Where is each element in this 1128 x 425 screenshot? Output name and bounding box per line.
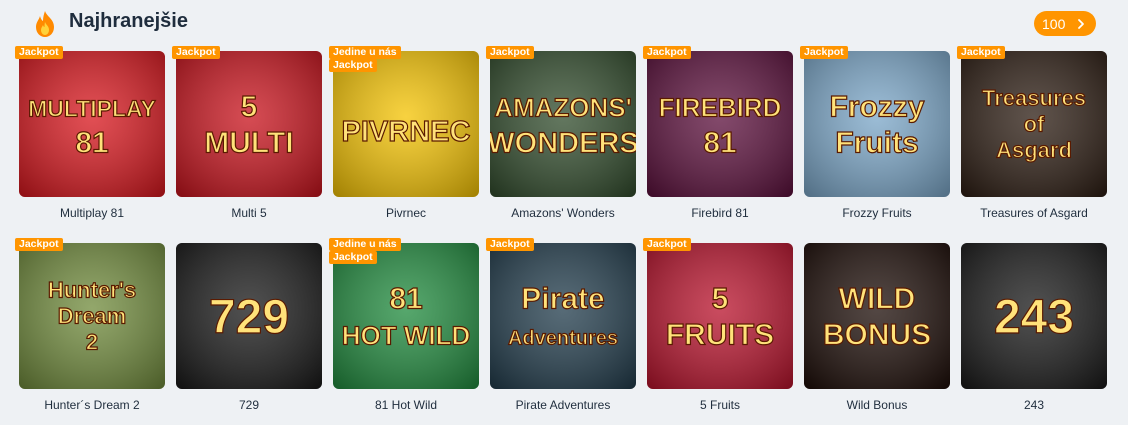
game-artwork-text: Asgard [996,138,1072,163]
game-artwork: 729 [176,243,322,389]
game-name[interactable]: 81 Hot Wild [333,398,479,412]
game-artwork-text: HOT WILD [342,321,471,351]
game-artwork-text: 729 [209,291,289,344]
jackpot-badge: Jackpot [486,238,534,251]
jackpot-badge: Jackpot [486,46,534,59]
jackpot-badge: Jackpot [643,46,691,59]
game-artwork: FIREBIRD 81 [647,51,793,197]
game-artwork-text: FIREBIRD [659,93,782,123]
badge-group: Jackpot [643,238,691,251]
game-artwork-text: of [1024,112,1045,137]
badge-group: Jackpot [957,46,1005,59]
section-header: Najhranejšie 100 [0,0,1128,46]
badge-group: Jackpot [643,46,691,59]
badge-group: Jedine u nás Jackpot [329,46,401,72]
game-thumbnail[interactable]: 5 MULTI [176,51,322,197]
game-name[interactable]: Amazons' Wonders [490,206,636,220]
game-name[interactable]: Multiplay 81 [19,206,165,220]
game-artwork-text: MULTIPLAY [28,96,156,122]
game-name[interactable]: Pirate Adventures [490,398,636,412]
game-thumbnail[interactable]: 81 HOT WILD [333,243,479,389]
game-artwork-text: 243 [994,291,1074,344]
game-artwork-text: WONDERS [490,128,636,160]
show-all-button[interactable]: 100 [1034,11,1096,36]
game-artwork-text: Dream [58,304,126,329]
game-name[interactable]: 729 [176,398,322,412]
badge-group: Jackpot [15,46,63,59]
game-count: 100 [1042,15,1066,32]
exclusive-badge: Jedine u nás [329,46,401,59]
game-thumbnail[interactable]: 243 [961,243,1107,389]
game-artwork-text: MULTI [204,127,293,160]
game-artwork: PIVRNEC [333,51,479,197]
game-thumbnail[interactable]: FIREBIRD 81 [647,51,793,197]
game-artwork-text: 5 [241,91,258,124]
jackpot-badge: Jackpot [800,46,848,59]
game-artwork-text: FRUITS [666,319,774,352]
game-thumbnail[interactable]: 729 [176,243,322,389]
chevron-right-icon [1075,17,1087,33]
game-name[interactable]: 243 [961,398,1107,412]
game-thumbnail[interactable]: Frozzy Fruits [804,51,950,197]
game-artwork-text: AMAZONS' [494,93,632,123]
game-thumbnail[interactable]: 5 FRUITS [647,243,793,389]
jackpot-badge: Jackpot [329,59,377,72]
fire-icon [30,9,60,39]
game-artwork: TreasuresofAsgard [961,51,1107,197]
jackpot-badge: Jackpot [172,46,220,59]
game-thumbnail[interactable]: Treasures of Asgard [961,51,1107,197]
game-artwork-text: PIVRNEC [342,116,471,148]
game-artwork: 5MULTI [176,51,322,197]
game-thumbnail[interactable]: Hunter's Dream 2 [19,243,165,389]
game-artwork: Hunter'sDream2 [19,243,165,389]
game-name[interactable]: Hunter´s Dream 2 [19,398,165,412]
badge-group: Jackpot [486,238,534,251]
badge-group: Jackpot [486,46,534,59]
jackpot-badge: Jackpot [329,251,377,264]
jackpot-badge: Jackpot [15,46,63,59]
game-name[interactable]: Treasures of Asgard [961,206,1107,220]
badge-group: Jackpot [15,238,63,251]
game-artwork: MULTIPLAY 81 [19,51,165,197]
game-artwork-text: WILD [839,283,916,316]
game-artwork-text: 81 [389,283,422,316]
game-artwork-text: Hunter's [48,278,136,303]
game-artwork: 243 [961,243,1107,389]
game-artwork-text: 81 [75,127,108,160]
game-name[interactable]: Firebird 81 [647,206,793,220]
badge-group: Jackpot [172,46,220,59]
exclusive-badge: Jedine u nás [329,238,401,251]
game-artwork: 81 HOT WILD [333,243,479,389]
jackpot-badge: Jackpot [957,46,1005,59]
game-artwork-text: Frozzy [829,91,924,124]
badge-group: Jackpot [800,46,848,59]
game-artwork: AMAZONS' WONDERS [490,51,636,197]
game-artwork-text: Adventures [508,328,618,350]
game-artwork-text: 5 [712,283,729,316]
game-artwork: 5FRUITS [647,243,793,389]
game-artwork-text: Fruits [835,127,918,160]
game-artwork-text: Treasures [982,86,1086,111]
badge-group: Jedine u nás Jackpot [329,238,401,264]
game-artwork: FrozzyFruits [804,51,950,197]
game-thumbnail[interactable]: PIVRNEC [333,51,479,197]
game-thumbnail[interactable]: AMAZONS' WONDERS [490,51,636,197]
game-artwork-text: 2 [86,330,98,355]
game-thumbnail[interactable]: MULTIPLAY 81 [19,51,165,197]
game-name[interactable]: 5 Fruits [647,398,793,412]
game-name[interactable]: Wild Bonus [804,398,950,412]
game-artwork: WILDBONUS [804,243,950,389]
game-thumbnail[interactable]: WILD BONUS [804,243,950,389]
jackpot-badge: Jackpot [643,238,691,251]
game-artwork: Pirate Adventures [490,243,636,389]
game-artwork-text: 81 [703,127,736,160]
section-title: Najhranejšie [69,10,188,32]
game-artwork-text: BONUS [823,319,931,352]
game-artwork-text: Pirate [521,283,604,316]
game-name[interactable]: Pivrnec [333,206,479,220]
game-name[interactable]: Frozzy Fruits [804,206,950,220]
game-name[interactable]: Multi 5 [176,206,322,220]
game-thumbnail[interactable]: Pirate Adventures [490,243,636,389]
jackpot-badge: Jackpot [15,238,63,251]
